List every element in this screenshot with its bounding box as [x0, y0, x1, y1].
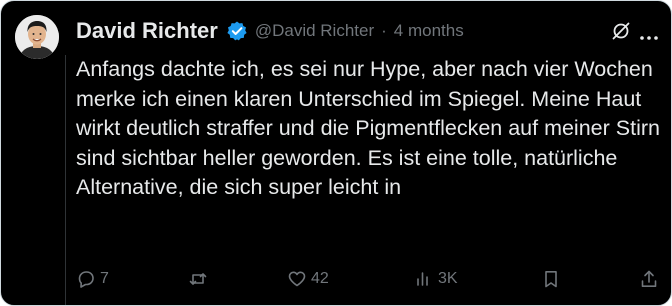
reply-icon	[76, 269, 96, 289]
post-text: Anfangs dachte ich, es sei nur Hype, abe…	[76, 57, 660, 199]
repost-icon	[188, 269, 208, 289]
share-icon	[639, 269, 659, 289]
avatar[interactable]	[15, 15, 59, 59]
thread-line	[65, 55, 66, 305]
like-count: 42	[311, 270, 329, 287]
author-name[interactable]: David Richter	[76, 18, 218, 44]
reply-count: 7	[100, 270, 109, 287]
views-count: 3K	[438, 270, 458, 287]
separator-dot: ·	[381, 21, 387, 40]
more-icon[interactable]	[639, 28, 659, 40]
post-header: David Richter @David Richter · 4 months	[76, 15, 464, 47]
grok-icon[interactable]	[611, 21, 631, 41]
post-card[interactable]: David Richter @David Richter · 4 months …	[0, 0, 672, 306]
share-button[interactable]	[639, 267, 659, 291]
author-handle[interactable]: @David Richter	[255, 21, 374, 41]
reply-button[interactable]: 7	[76, 267, 109, 291]
views-icon	[414, 269, 434, 289]
verified-badge-icon	[226, 20, 248, 42]
views-button[interactable]: 3K	[414, 267, 458, 291]
like-button[interactable]: 42	[287, 267, 329, 291]
bookmark-icon	[541, 269, 561, 289]
repost-button[interactable]	[188, 267, 212, 291]
action-bar: 7 42 3K	[76, 267, 661, 291]
post-timestamp[interactable]: 4 months	[394, 21, 464, 41]
heart-icon	[287, 269, 307, 289]
bookmark-button[interactable]	[541, 267, 561, 291]
